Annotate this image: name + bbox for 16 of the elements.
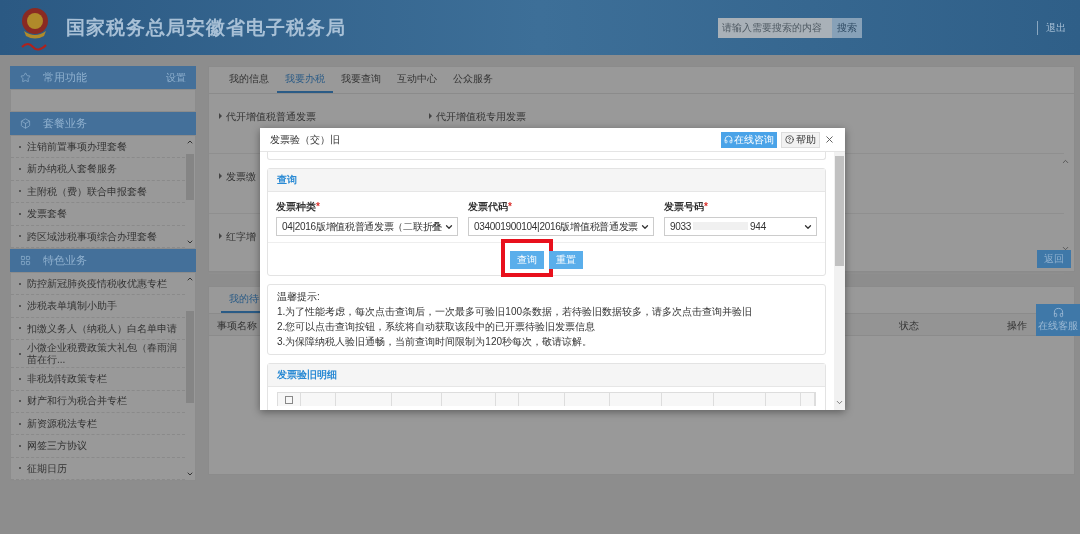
section-title: 特色业务 <box>43 252 87 268</box>
panel-title: 查询 <box>268 169 825 192</box>
tip-text: 1.为了性能考虑，每次点击查询后，一次最多可验旧100条数据，若待验旧数据较多，请多次点击查询并验旧 <box>277 305 754 319</box>
tips-title: 温馨提示: <box>277 290 321 304</box>
dialog-title: 发票验（交）旧 <box>270 132 340 147</box>
column-header: 状态 <box>899 319 919 333</box>
field-label: 发票代码* <box>467 200 513 214</box>
column-header: 操作 <box>1007 319 1027 333</box>
field-label: 发票号码* <box>664 200 709 214</box>
panel-title: 发票验旧明细 <box>268 364 825 387</box>
column-header: 事项名称 <box>217 319 257 333</box>
tip-text: 3.为保障纳税人验旧通畅，当前查询时间限制为120秒每次，敬请谅解。 <box>277 335 594 349</box>
field-label: 发票种类* <box>276 200 321 214</box>
section-title: 套餐业务 <box>43 116 87 131</box>
site-title: 国家税务总局安徽省电子税务局 <box>66 15 346 40</box>
tip-text: 2.您可以点击查询按钮，系统将自动获取该段中的已开票待验旧发票信息 <box>277 320 597 334</box>
